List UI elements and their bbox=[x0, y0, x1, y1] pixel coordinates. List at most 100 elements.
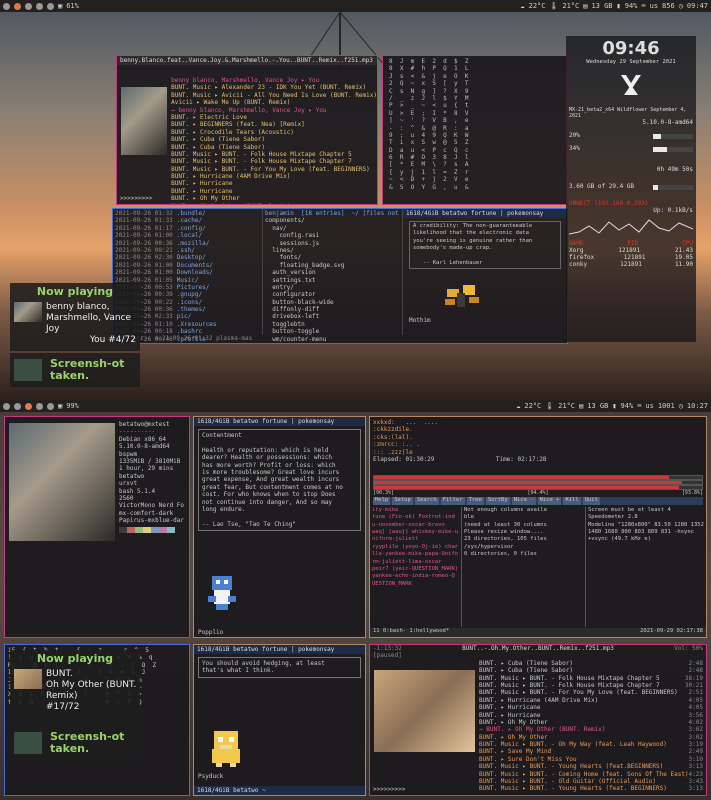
playlist-item[interactable]: BUNT. ▸ Hurricane bbox=[171, 188, 377, 195]
tree-item[interactable]: lines/ bbox=[265, 247, 400, 254]
playlist-item[interactable]: BUNT. ▸ Sure Don't Miss You 3:10 bbox=[479, 756, 703, 763]
playlist-item[interactable]: BUNT. Music ▸ BUNT. - Old Guitar (Offici… bbox=[479, 778, 703, 785]
screenshot-notification[interactable]: Screensh-ot taken. bbox=[10, 353, 140, 387]
playlist[interactable]: benny blanco, Marshmello, Vance Joy ▸ Yo… bbox=[171, 65, 377, 204]
tree-item[interactable]: diffonly-diff bbox=[265, 306, 400, 313]
workspace-dot[interactable] bbox=[25, 402, 32, 410]
workspace-dot[interactable] bbox=[47, 402, 54, 410]
playlist-item[interactable]: BUNT. ▸ BEGINNERS (feat. Nea) [Remix] bbox=[171, 121, 377, 128]
playlist-item[interactable]: BUNT. ▸ Cuba (Tiene Sabor) 2:48 bbox=[479, 660, 703, 667]
htop-menu-item[interactable]: Tree bbox=[466, 497, 484, 505]
tree-item[interactable]: config.rasi bbox=[265, 232, 400, 239]
playlist-item[interactable]: BUNT. Music ▸ BUNT. - Young Hearts (feat… bbox=[479, 785, 703, 792]
workspace-dot[interactable] bbox=[3, 402, 10, 410]
htop-menu-item[interactable]: Nice - bbox=[511, 497, 536, 505]
playlist-item[interactable]: BUNT. Music ▸ BUNT. - For You My Love (f… bbox=[171, 166, 377, 173]
keyboard-layout[interactable]: us bbox=[650, 2, 658, 10]
tmux-tab-2[interactable]: fortune | pokemonsay bbox=[262, 418, 334, 425]
playlist-item[interactable]: BUNT. ▸ Cuba (Tiene Sabor) 2:48 bbox=[479, 667, 703, 674]
htop-menu-item[interactable]: Search bbox=[414, 497, 439, 505]
playlist-2[interactable]: BUNT. ▸ Cuba (Tiene Sabor) 2:48 BUNT. ▸ Cu… bbox=[479, 660, 706, 793]
playlist-item[interactable]: BUNT. ▸ Hurricane 3:56 bbox=[479, 712, 703, 719]
playlist-item[interactable]: BUNT. ▸ Oh My Other 3:02 bbox=[479, 734, 703, 741]
tmux-tab-2[interactable]: fortune | pokemonsay bbox=[262, 646, 334, 653]
file-row[interactable]: 2021-09-26 01:33 .cache/ bbox=[115, 217, 260, 224]
tree-item[interactable]: configurator bbox=[265, 291, 400, 298]
playlist-item[interactable]: BUNT. Music ▸ BUNT. - Folk House Mixtape… bbox=[171, 158, 377, 165]
playlist-item[interactable]: BUNT. Music ▸ Alexander 23 - IDK You Yet… bbox=[171, 84, 377, 91]
tmux-tab-2[interactable]: fortune | pokemonsay bbox=[471, 210, 543, 217]
file-row[interactable]: 2021-09-26 01:00 .local/ bbox=[115, 232, 260, 239]
tree-item[interactable]: auth_version bbox=[265, 269, 400, 276]
shell-prompt[interactable]: 1618/4GiB betatwo ~ bbox=[194, 786, 365, 795]
file-row[interactable]: 2021-09-26 00:36 .mozilla/ bbox=[115, 240, 260, 247]
playlist-item[interactable]: BUNT. Music ▸ BUNT. - Folk House Mixtape… bbox=[171, 151, 377, 158]
tree-item[interactable]: entry/ bbox=[265, 284, 400, 291]
neofetch-window[interactable]: betatwo@mxtest ---------- Debian x86_64 5… bbox=[4, 416, 190, 638]
htop-menu-item[interactable]: SortBy bbox=[485, 497, 510, 505]
playlist-item[interactable]: BUNT. Music ▸ BUNT. - Folk House Mixtape… bbox=[479, 682, 703, 689]
tree-item[interactable]: button-toggle bbox=[265, 328, 400, 335]
playlist-item[interactable]: BUNT. ▸ Save My Mind 2:49 bbox=[479, 748, 703, 755]
playlist-item[interactable]: BUNT. ▸ Cuba (Tiene Sabor) bbox=[171, 136, 377, 143]
playlist-item[interactable]: BUNT. ▸ Cuba (Tiene Sabor) bbox=[171, 144, 377, 151]
playlist-item[interactable]: BUNT. Music ▸ BUNT. - Folk House Mixtape… bbox=[479, 675, 703, 682]
workspace-dot[interactable] bbox=[36, 2, 43, 10]
playlist-item[interactable]: → benny blanco, Marshmello, Vance Joy ▸ … bbox=[171, 107, 377, 114]
workspace-dot[interactable] bbox=[14, 2, 21, 10]
now-playing-notification-2[interactable]: Now playing BUNT. Oh My Other (BUNT. Rem… bbox=[10, 650, 140, 722]
playlist-item[interactable]: BUNT. ▸ Electric Love bbox=[171, 114, 377, 121]
htop-menu-item[interactable]: Setup bbox=[392, 497, 413, 505]
playlist-item[interactable]: BUNT. Music ▸ Avicii - All You Need Is L… bbox=[171, 92, 377, 99]
playlist-item[interactable]: → BUNT. ▸ Oh My Other (BUNT. Remix) 3:02 bbox=[479, 726, 703, 733]
playlist-item[interactable]: BUNT. Music ▸ BUNT. - For You My Love (f… bbox=[479, 689, 703, 696]
workspace-dot[interactable] bbox=[36, 402, 43, 410]
playlist-item[interactable]: BUNT. Music ▸ BUNT. - Oh My Way (feat. L… bbox=[479, 741, 703, 748]
playlist-item[interactable]: BUNT. ▸ Oh My Other (BUNT. Remix) bbox=[171, 203, 377, 204]
tmux-status[interactable]: 11 0:bash- 1:hollywood* bbox=[373, 628, 449, 637]
tree-item[interactable]: sessions.js bbox=[265, 240, 400, 247]
pokemon-pane[interactable]: 1618/4GiB betatwo fortune | pokemonsay A… bbox=[403, 209, 567, 335]
htop-menu-item[interactable]: Quit bbox=[582, 497, 600, 505]
playlist-item[interactable]: Avicii ▸ Wake Me Up (BUNT. Remix) bbox=[171, 99, 377, 106]
player-volume[interactable]: Vol: 50% bbox=[674, 645, 703, 652]
playlist-item[interactable]: BUNT. ▸ Oh My Other 4:02 bbox=[479, 719, 703, 726]
keyboard-layout[interactable]: us bbox=[645, 402, 653, 410]
htop-menu-item[interactable]: Nice + bbox=[537, 497, 562, 505]
htop-menu-item[interactable]: Filter bbox=[440, 497, 465, 505]
tmux-tab[interactable]: 1618/4GiB betatwo bbox=[197, 418, 258, 425]
playlist-item[interactable]: BUNT. Music ▸ BUNT. - Coming Home (feat.… bbox=[479, 771, 703, 778]
playlist-item[interactable]: BUNT. ▸ Oh My Other bbox=[171, 195, 377, 202]
matrix-window[interactable]: 8 J m E 2 d $ Z8 X # h P Q 1 LĴ s < & j … bbox=[382, 55, 567, 205]
tmux-tab[interactable]: 1618/4GiB betatwo bbox=[197, 646, 258, 653]
file-row[interactable]: 2021-09-26 02:30 Desktop/ bbox=[115, 254, 260, 261]
workspace-dot[interactable] bbox=[3, 2, 10, 10]
file-row[interactable]: 2021-09-26 01:00 Downloads/ bbox=[115, 269, 260, 276]
pokemonsay-window-2[interactable]: 1618/4GiB betatwo fortune | pokemonsay Y… bbox=[193, 644, 366, 796]
hollywood-window[interactable]: xxkxd: ... .... :ckkzzdile. :cks:(lal). … bbox=[369, 416, 707, 638]
tree-item[interactable]: drivebox-left bbox=[265, 313, 400, 320]
playlist-item[interactable]: BUNT. ▸ Crocodile Tears (Acoustic) bbox=[171, 129, 377, 136]
tree-item[interactable]: togglebtn bbox=[265, 321, 400, 328]
file-row[interactable]: 2021-09-26 01:17 .config/ bbox=[115, 225, 260, 232]
file-row[interactable]: 2021-09-26 00:21 .ssh/ bbox=[115, 247, 260, 254]
tree-item[interactable]: fonts/ bbox=[265, 254, 400, 261]
htop-menu-item[interactable]: Kill bbox=[563, 497, 581, 505]
workspace-dot[interactable] bbox=[14, 402, 21, 410]
now-playing-notification[interactable]: Now playing benny blanco, Marshmello, Va… bbox=[10, 283, 140, 351]
file-tree[interactable]: benjamin [18 entries] ~/ [files not open… bbox=[263, 209, 403, 343]
tree-item[interactable]: wm/counter-menu bbox=[265, 336, 400, 343]
pokemonsay-window-1[interactable]: 1618/4GiB betatwo fortune | pokemonsay C… bbox=[193, 416, 366, 638]
playlist-item[interactable]: BUNT. ▸ Hurricane (4AM Drive Mix) bbox=[171, 173, 377, 180]
screenshot-notification-2[interactable]: Screensh-ot taken. bbox=[10, 726, 140, 760]
playlist-item[interactable]: BUNT. ▸ Hurricane bbox=[171, 180, 377, 187]
file-manager-window[interactable]: 2021-09-26 01:32 .bundle/2021-09-26 01:33… bbox=[112, 208, 568, 344]
tree-item[interactable]: button-black-wide bbox=[265, 299, 400, 306]
playlist-item[interactable]: BUNT. ▸ Hurricane (4AM Drive Mix) 4:05 bbox=[479, 697, 703, 704]
tmux-tab[interactable]: 1618/4GiB betatwo bbox=[406, 210, 467, 217]
tree-item[interactable]: components/ bbox=[265, 217, 400, 224]
file-row[interactable]: 2021-09-26 01:00 Documents/ bbox=[115, 262, 260, 269]
file-row[interactable]: 2021-09-26 01:32 .bundle/ bbox=[115, 210, 260, 217]
music-player-window-2[interactable]: -1:13:32 BUNT..-.Oh.My.Other..BUNT..Remi… bbox=[369, 644, 707, 796]
playlist-item[interactable]: BUNT. ▸ Hurricane 4:05 bbox=[479, 704, 703, 711]
